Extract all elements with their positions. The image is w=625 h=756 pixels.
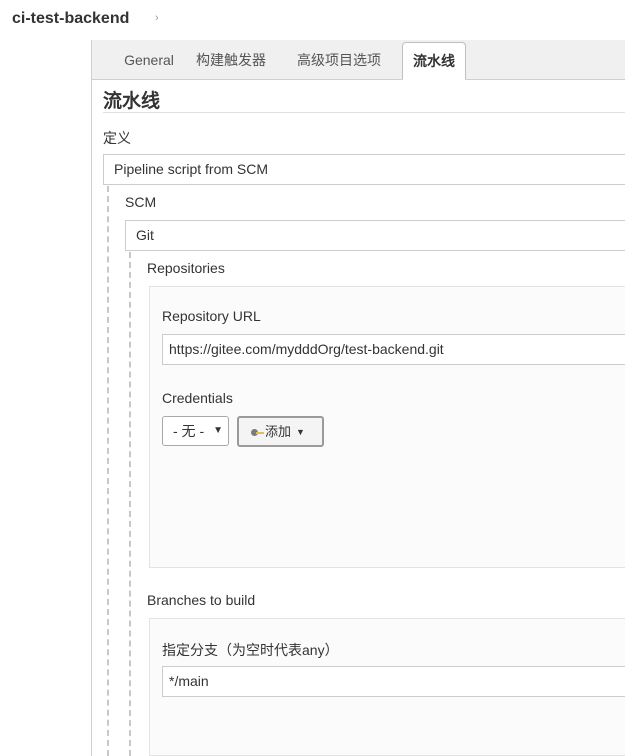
add-button-label: 添加 (265, 424, 292, 439)
branch-specifier-input[interactable]: */main (162, 666, 625, 697)
config-tab-bar: General 构建触发器 高级项目选项 流水线 (92, 40, 625, 80)
scm-label: SCM (125, 194, 157, 210)
caret-down-icon: ▼ (296, 427, 305, 438)
definition-nesting-line (107, 186, 109, 756)
scm-nesting-line (129, 252, 131, 756)
breadcrumb-chevron-icon[interactable]: › (155, 12, 159, 24)
tab-build-triggers[interactable]: 构建触发器 (192, 42, 270, 79)
breadcrumb: ci-test-backend › (0, 0, 625, 40)
config-main: General 构建触发器 高级项目选项 流水线 流水线 定义 Pipeline… (91, 40, 625, 756)
credentials-label: Credentials (162, 390, 233, 406)
repository-url-label: Repository URL (162, 308, 261, 324)
repositories-label: Repositories (147, 260, 225, 276)
chevron-down-icon: ▼ (213, 425, 223, 436)
tab-advanced-project-options[interactable]: 高级项目选项 (292, 42, 386, 79)
tab-general[interactable]: General (102, 42, 196, 79)
tab-pipeline[interactable]: 流水线 (402, 42, 466, 80)
scm-select[interactable]: Git (125, 220, 625, 251)
definition-select[interactable]: Pipeline script from SCM (103, 154, 625, 185)
branches-label: Branches to build (147, 592, 256, 608)
job-name-link[interactable]: ci-test-backend (12, 10, 129, 28)
credentials-selected-value: - 无 - (173, 423, 205, 439)
branch-specifier-label: 指定分支（为空时代表any） (162, 642, 339, 658)
section-title: 流水线 (103, 91, 161, 112)
repository-url-input[interactable]: https://gitee.com/mydddOrg/test-backend.… (162, 334, 625, 365)
add-credentials-button[interactable]: 添加 ▼ (237, 416, 324, 447)
credentials-select[interactable]: - 无 - ▼ (162, 416, 229, 446)
key-icon (251, 428, 264, 437)
definition-label: 定义 (103, 130, 131, 146)
section-divider (103, 112, 625, 113)
sidebar (0, 40, 91, 756)
